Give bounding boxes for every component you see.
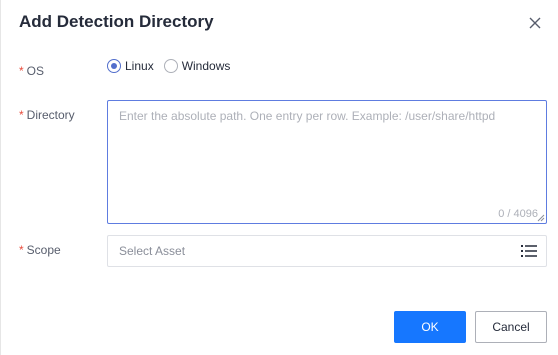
cancel-button[interactable]: Cancel — [475, 311, 547, 343]
radio-unchecked-icon — [163, 59, 178, 73]
os-radio-windows[interactable]: Windows — [163, 59, 231, 73]
os-label-row: * OS — [19, 64, 44, 78]
dialog-title: Add Detection Directory — [19, 12, 214, 31]
os-radio-linux[interactable]: Linux — [107, 59, 154, 73]
directory-char-counter: 0 / 4096 — [498, 208, 538, 220]
os-radio-linux-label: Linux — [125, 59, 154, 73]
scope-select[interactable]: Select Asset — [107, 235, 547, 267]
scope-label-row: * Scope — [19, 243, 61, 257]
resize-handle-icon[interactable] — [536, 213, 545, 222]
list-icon[interactable] — [521, 244, 537, 258]
radio-checked-icon — [107, 59, 121, 73]
directory-textarea-wrapper: 0 / 4096 — [107, 100, 547, 224]
scope-select-placeholder: Select Asset — [119, 244, 186, 258]
os-radio-windows-label: Windows — [181, 59, 231, 73]
required-mark: * — [19, 64, 24, 78]
scope-label: Scope — [26, 243, 61, 257]
required-mark: * — [19, 108, 24, 122]
os-radio-group: Linux Windows — [107, 57, 240, 75]
ok-button[interactable]: OK — [394, 311, 466, 343]
directory-label: Directory — [26, 108, 75, 122]
directory-label-row: * Directory — [19, 108, 75, 122]
directory-textarea[interactable] — [108, 101, 546, 223]
close-icon — [529, 17, 541, 29]
os-label: OS — [26, 64, 45, 78]
required-mark: * — [19, 243, 24, 257]
close-button[interactable] — [525, 13, 545, 33]
add-detection-directory-dialog: Add Detection Directory * OS Linux Window… — [0, 0, 558, 355]
